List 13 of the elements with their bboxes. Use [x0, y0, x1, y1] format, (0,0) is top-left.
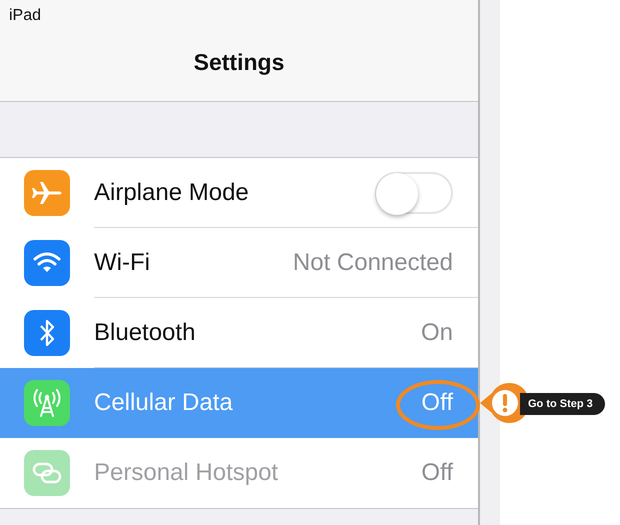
row-value: Off	[421, 388, 453, 416]
device-name: iPad	[9, 7, 42, 25]
row-value: Not Connected	[292, 248, 453, 276]
row-label: Airplane Mode	[94, 178, 249, 206]
step-button[interactable]: Go to Step 3	[520, 393, 605, 415]
page-title: Settings	[194, 49, 284, 76]
row-label: Cellular Data	[94, 388, 233, 416]
row-value: On	[420, 318, 453, 346]
row-label: Bluetooth	[94, 318, 196, 346]
toggle-switch[interactable]	[375, 172, 453, 214]
row-value: Off	[421, 458, 453, 486]
row-label: Personal Hotspot	[94, 458, 278, 486]
row-label: Wi-Fi	[94, 248, 150, 276]
